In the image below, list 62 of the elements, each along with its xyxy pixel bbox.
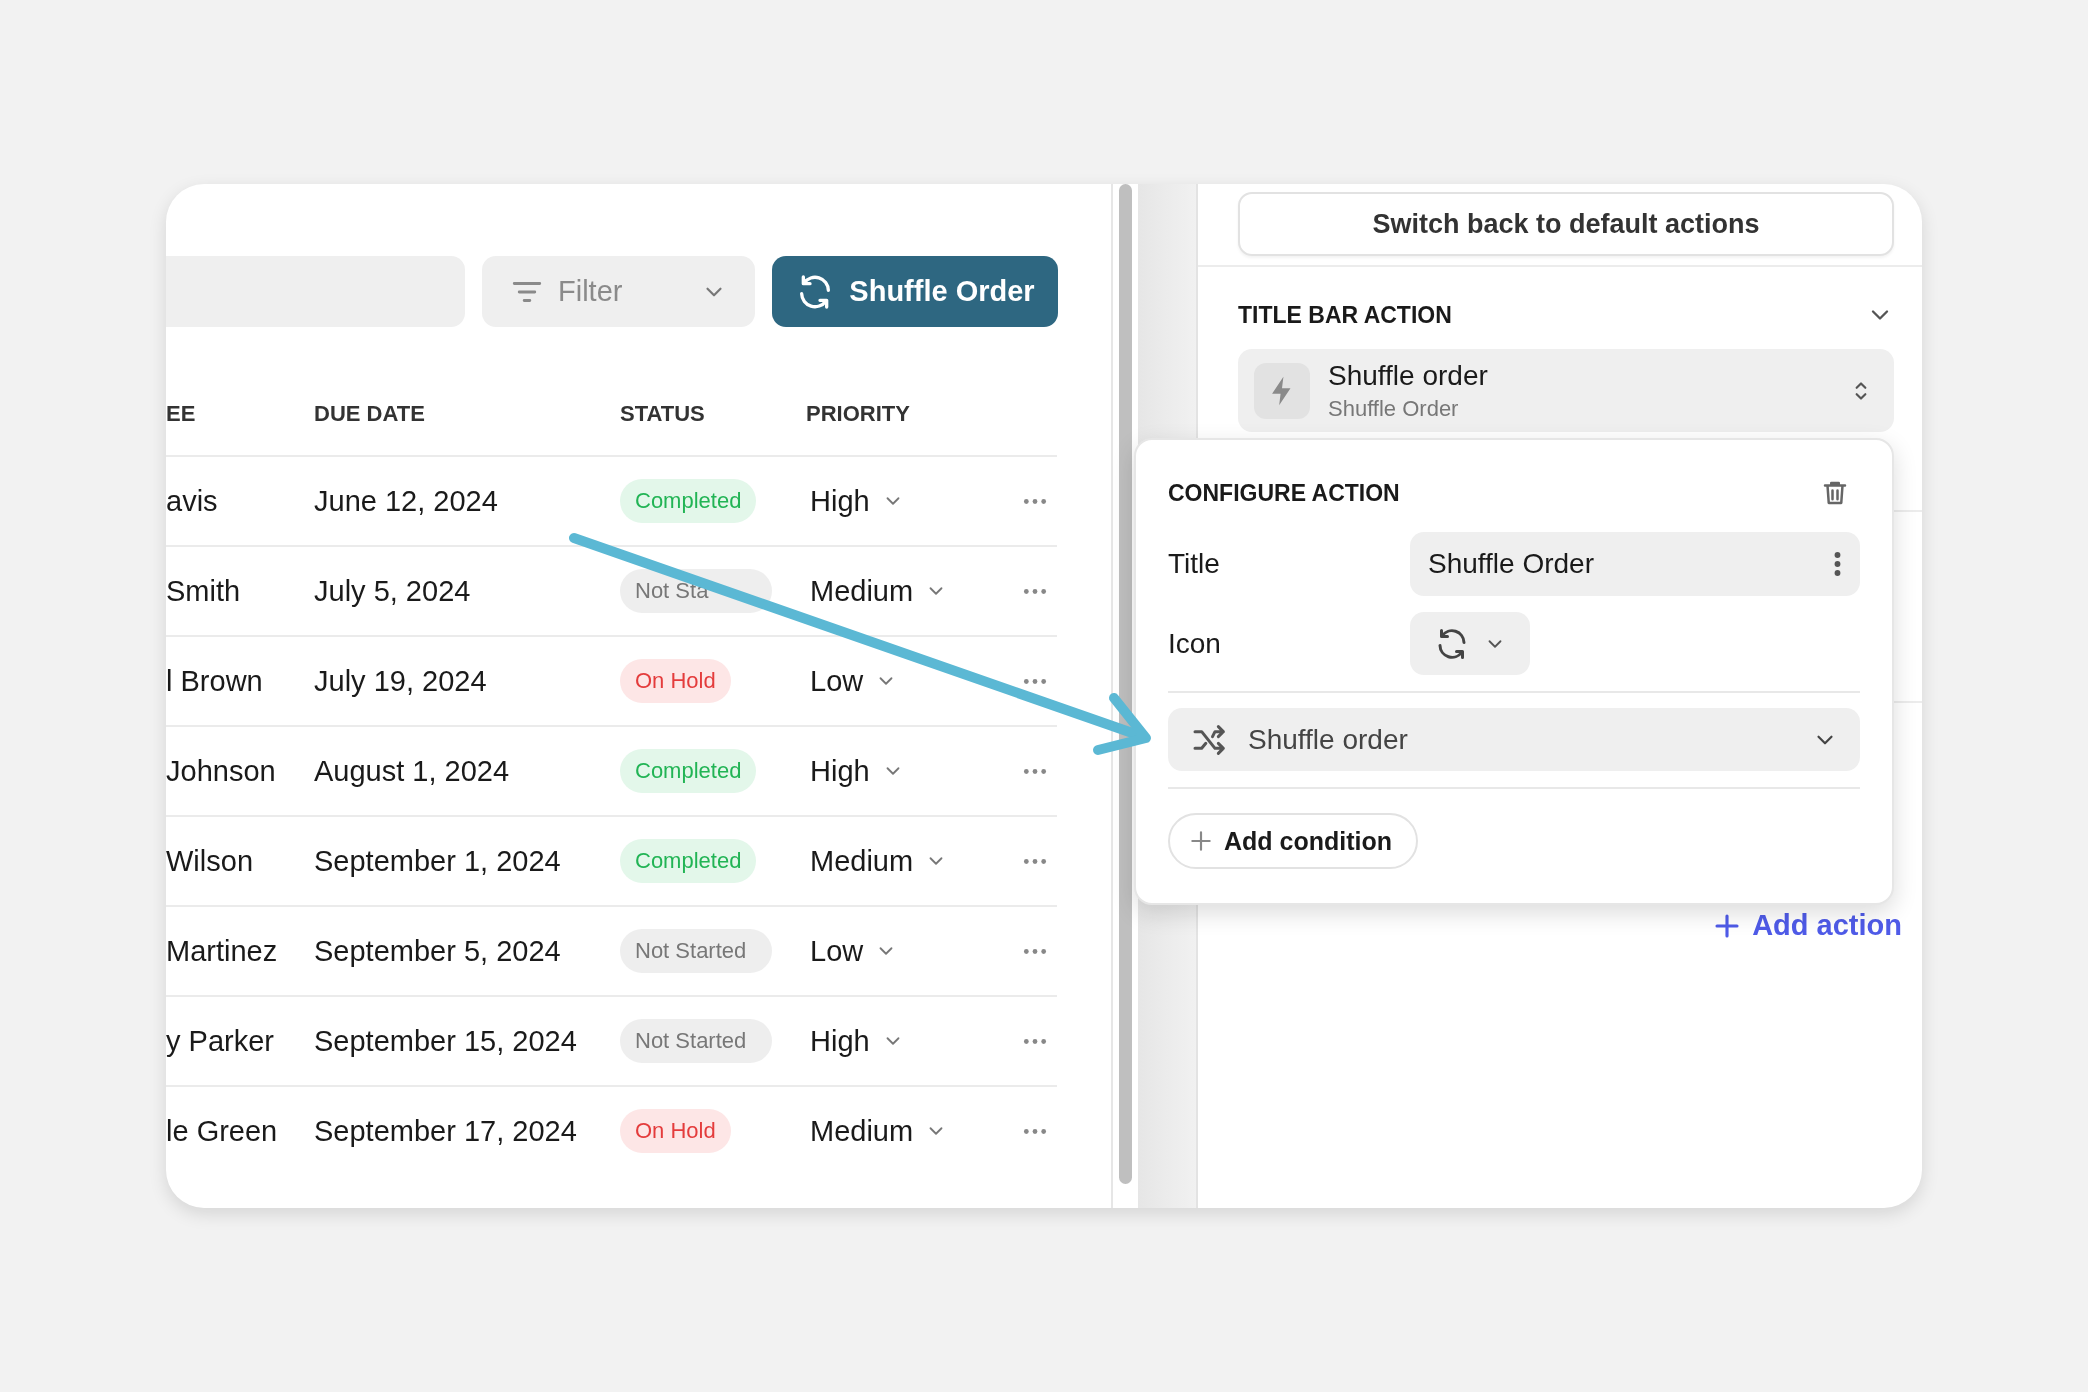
priority-dropdown[interactable]: Medium <box>806 1114 948 1148</box>
status-badge: On Hold <box>620 1109 731 1153</box>
more-icon[interactable] <box>1022 496 1048 506</box>
table-cell-text: August 1, 2024 <box>314 754 511 788</box>
table-cell-text: September 15, 2024 <box>314 1024 578 1058</box>
priority-dropdown[interactable]: High <box>806 484 904 518</box>
more-icon[interactable] <box>1022 586 1048 596</box>
priority-dropdown[interactable]: Low <box>806 934 898 968</box>
action-title: Shuffle order <box>1328 359 1489 392</box>
more-icon[interactable] <box>1833 550 1842 578</box>
status-badge: On Hold <box>620 659 731 703</box>
plus-icon <box>1188 828 1214 854</box>
priority-dropdown[interactable]: Medium <box>806 574 948 608</box>
table-cell-text: avis <box>166 484 219 518</box>
table-cell-text: Wilson <box>166 844 254 878</box>
icon-picker[interactable] <box>1410 612 1530 675</box>
status-badge: Not Started <box>620 929 772 973</box>
status-badge: Completed <box>620 749 757 793</box>
title-field[interactable]: Shuffle Order <box>1410 532 1860 596</box>
search-field[interactable] <box>166 256 465 327</box>
column-header: STATUS <box>620 401 706 427</box>
priority-dropdown[interactable]: Medium <box>806 844 948 878</box>
table-cell-text: Johnson <box>166 754 277 788</box>
table-cell-text: September 1, 2024 <box>314 844 562 878</box>
scrollbar[interactable] <box>1119 184 1132 1184</box>
column-header: PRIORITY <box>806 401 911 427</box>
field-label: Icon <box>1168 627 1222 660</box>
popover-title: CONFIGURE ACTION <box>1168 479 1400 507</box>
table-cell-text: y Parker <box>166 1024 275 1058</box>
field-label: Title <box>1168 548 1221 580</box>
more-icon[interactable] <box>1022 1036 1048 1046</box>
priority-dropdown[interactable]: High <box>806 754 904 788</box>
table-cell-text: July 5, 2024 <box>314 574 472 608</box>
action-dropdown[interactable]: Shuffle order <box>1168 708 1860 771</box>
table-cell-text: September 5, 2024 <box>314 934 562 968</box>
more-icon[interactable] <box>1022 676 1048 686</box>
table-cell-text: Smith <box>166 574 242 608</box>
status-badge: Completed <box>620 839 757 883</box>
more-icon[interactable] <box>1022 766 1048 776</box>
table-cell-text: September 17, 2024 <box>314 1114 578 1148</box>
add-condition-button[interactable]: Add condition <box>1168 813 1419 869</box>
more-icon[interactable] <box>1022 856 1048 866</box>
more-icon[interactable] <box>1022 946 1048 956</box>
section-title: TITLE BAR ACTION <box>1238 301 1452 329</box>
lightning-icon <box>1254 362 1310 419</box>
add-action-link[interactable]: Add action <box>1712 909 1902 942</box>
status-badge: Not Started <box>620 1019 772 1063</box>
priority-dropdown[interactable]: Low <box>806 664 898 698</box>
table-cell-text: June 12, 2024 <box>314 484 499 518</box>
action-selector[interactable]: Shuffle order Shuffle Order <box>1238 349 1894 432</box>
reset-button[interactable]: Switch back to default actions <box>1238 192 1894 256</box>
priority-dropdown[interactable]: High <box>806 1024 904 1058</box>
table-cell-text: July 19, 2024 <box>314 664 488 698</box>
action-subtitle: Shuffle Order <box>1328 395 1460 422</box>
status-badge: Completed <box>620 479 757 523</box>
more-icon[interactable] <box>1022 1126 1048 1136</box>
table-cell-text: Martinez <box>166 934 279 968</box>
column-header: DUE DATE <box>314 401 426 427</box>
table-cell-text: l Brown <box>166 664 264 698</box>
shuffle-order-button[interactable]: Shuffle Order <box>772 256 1058 327</box>
table-cell-text: le Green <box>166 1114 279 1148</box>
column-header: EE <box>166 401 197 427</box>
